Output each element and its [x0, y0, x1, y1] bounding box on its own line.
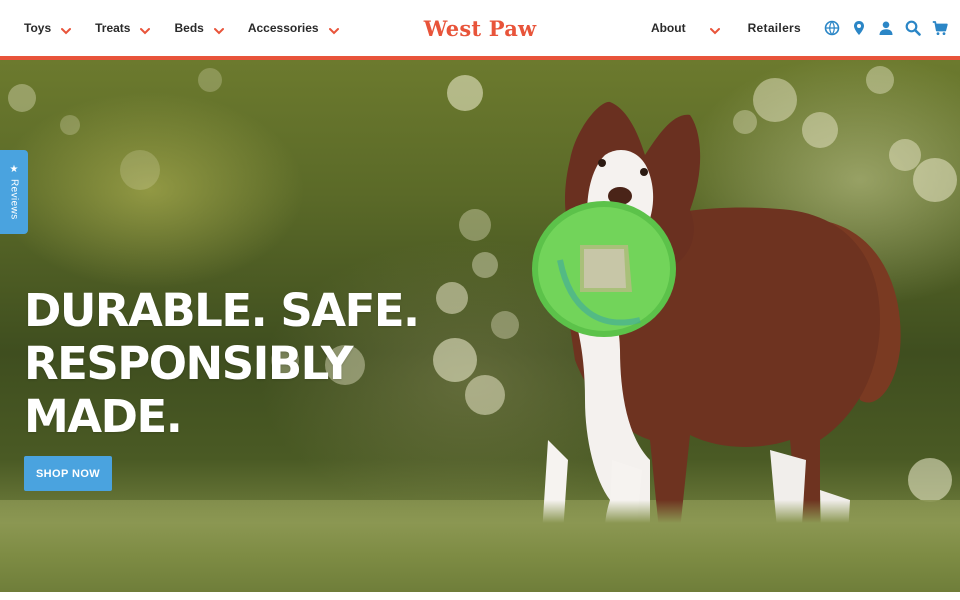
nav-item-about[interactable]: About — [651, 0, 720, 56]
reviews-tab[interactable]: ★ Reviews — [0, 150, 28, 234]
frisbee-toy — [532, 201, 676, 337]
site-logo[interactable]: West Paw — [424, 16, 537, 41]
account-icon[interactable] — [878, 20, 894, 36]
shop-now-button[interactable]: Shop Now — [24, 456, 112, 491]
nav-item-label: About — [650, 21, 686, 35]
location-pin-icon[interactable] — [851, 20, 867, 36]
primary-nav: Toys Treats Beds Accessories — [24, 0, 363, 56]
nav-item-accessories[interactable]: Accessories — [248, 0, 339, 56]
hero-headline: Durable. Safe. Responsibly Made. — [24, 284, 420, 443]
cart-icon[interactable] — [932, 20, 948, 36]
site-header: Toys Treats Beds Accessories West Paw Ab… — [0, 0, 960, 56]
nav-item-label: Accessories — [247, 21, 319, 35]
retailers-link[interactable]: Retailers — [748, 21, 801, 35]
nav-item-beds[interactable]: Beds — [174, 0, 224, 56]
headline-line: Durable. Safe. — [24, 284, 420, 337]
headline-line: Made. — [24, 390, 183, 443]
chevron-down-icon — [213, 24, 224, 35]
nav-item-label: Treats — [95, 21, 131, 35]
globe-icon[interactable] — [824, 20, 840, 36]
page-bottom-strip — [0, 592, 960, 600]
hero-grass — [0, 500, 960, 592]
nav-item-label: Beds — [174, 21, 204, 35]
nav-item-label: Toys — [24, 21, 52, 35]
utility-nav: About Retailers — [651, 0, 948, 56]
star-icon: ★ — [9, 163, 19, 175]
chevron-down-icon — [61, 24, 72, 35]
nav-item-toys[interactable]: Toys — [24, 0, 72, 56]
chevron-down-icon — [709, 24, 720, 35]
nav-item-treats[interactable]: Treats — [95, 0, 151, 56]
hero-banner: Durable. Safe. Responsibly Made. Shop No… — [0, 60, 960, 592]
reviews-tab-label: Reviews — [8, 178, 20, 220]
headline-line: Responsibly — [24, 337, 353, 390]
search-icon[interactable] — [905, 20, 921, 36]
chevron-down-icon — [140, 24, 151, 35]
chevron-down-icon — [328, 24, 339, 35]
